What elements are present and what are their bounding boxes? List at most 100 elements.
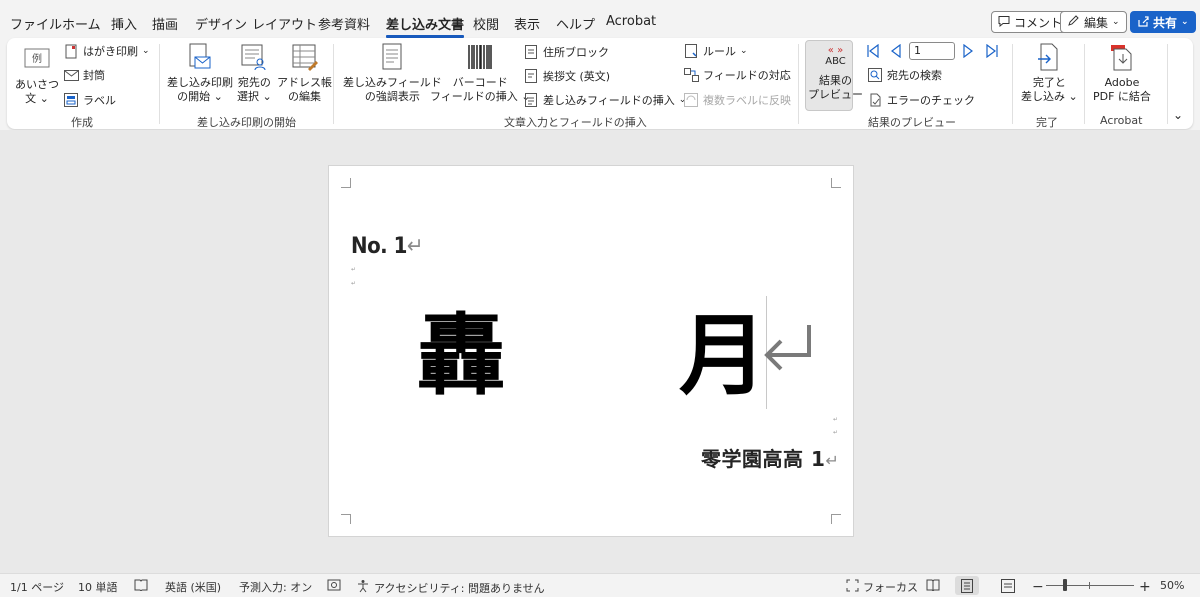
collapse-ribbon-icon[interactable]: ⌄ [1173, 108, 1183, 122]
finish-merge-icon [1035, 42, 1063, 72]
tab-file[interactable]: ファイル [10, 14, 62, 33]
document-canvas: No. 1↵ ↵ ↵ 轟 月 ↵ ↵ 零学園高高 1↵ [0, 130, 1200, 573]
tab-review[interactable]: 校閲 [473, 14, 499, 33]
record-number-text: No. 1↵ [351, 234, 423, 259]
chevron-down-icon: ⌄ [1112, 17, 1120, 27]
predictive-text-status[interactable]: 予測入力: オン [239, 579, 312, 595]
chevron-down-icon: ⌄ [1181, 17, 1189, 27]
labels-icon [63, 92, 79, 108]
focus-icon [846, 579, 859, 595]
start-merge-icon [186, 42, 214, 72]
start-mail-merge-button[interactable]: 差し込み印刷 の開始 ⌄ [167, 42, 233, 104]
select-recipients-label-1: 宛先の [237, 76, 271, 89]
tab-acrobat[interactable]: Acrobat [606, 14, 656, 29]
ribbon: 例 あいさつ 文 ⌄ はがき印刷 ⌄ 封筒 ラベル 作成 差し込み印刷 の開始 … [7, 38, 1193, 129]
divider [1012, 44, 1013, 124]
tab-design[interactable]: デザイン [195, 14, 247, 33]
comment-icon [998, 15, 1010, 30]
focus-mode-button[interactable]: フォーカス [846, 579, 918, 595]
finish-merge-button[interactable]: 完了と 差し込み ⌄ [1021, 42, 1078, 104]
insert-merge-field-button[interactable]: 差し込みフィールドの挿入 ⌄ [523, 90, 686, 110]
preview-label-1: 結果の [819, 74, 852, 87]
labels-button[interactable]: ラベル [63, 90, 116, 110]
insert-barcode-button[interactable]: バーコード フィールドの挿入 ⌄ [430, 42, 531, 104]
tab-mailings[interactable]: 差し込み文書 [386, 14, 465, 38]
menu-bar: ファイル ホーム 挿入 描画 デザイン レイアウト 参考資料 差し込み文書 校閲… [0, 0, 1200, 40]
barcode-label-1: バーコード [452, 76, 508, 89]
edit-recipient-list-button[interactable]: アドレス帳 の編集 [277, 42, 332, 104]
paragraph-mark: ↵ [351, 266, 357, 273]
preview-results-content: « » ABC 結果の プレビュー [808, 44, 863, 102]
envelope-icon [63, 67, 79, 83]
divider [798, 44, 799, 124]
highlight-fields-label-1: 差し込みフィールド [343, 76, 442, 89]
greeting-line-button[interactable]: 挨拶文 (英文) [523, 66, 610, 86]
language-status[interactable]: 英語 (米国) [165, 579, 221, 595]
return-mark: ↵ [825, 451, 840, 470]
comment-label: コメント [1014, 15, 1063, 30]
word-count[interactable]: 10 単語 [78, 579, 118, 595]
document-page[interactable]: No. 1↵ ↵ ↵ 轟 月 ↵ ↵ 零学園高高 1↵ [328, 165, 854, 537]
preview-abc-icon: « » ABC [825, 45, 846, 68]
proofing-icon[interactable] [134, 579, 148, 591]
zoom-out-button[interactable]: − [1032, 579, 1044, 595]
accessibility-status[interactable]: アクセシビリティ: 問題ありません [356, 579, 545, 596]
record-number-input[interactable]: 1 [909, 42, 955, 60]
edit-mode-button[interactable]: 編集 ⌄ [1060, 11, 1127, 33]
crop-mark [831, 178, 841, 188]
zoom-slider-track[interactable] [1046, 585, 1134, 586]
tab-layout[interactable]: レイアウト [252, 14, 317, 33]
divider [1167, 44, 1168, 124]
update-labels-button[interactable]: 複数ラベルに反映 [683, 90, 791, 110]
tab-draw[interactable]: 描画 [152, 14, 178, 33]
combine-pdf-button[interactable]: Adobe PDF に結合 [1093, 42, 1151, 104]
print-layout-icon[interactable] [961, 579, 973, 593]
highlight-merge-fields-button[interactable]: 差し込みフィールド の強調表示 [343, 42, 442, 104]
first-record-icon[interactable] [865, 43, 881, 59]
read-mode-icon[interactable] [926, 579, 940, 591]
last-record-icon[interactable] [984, 43, 1000, 59]
highlight-fields-icon [378, 42, 406, 72]
divider [159, 44, 160, 124]
return-mark: ↵ [406, 234, 424, 259]
comment-button[interactable]: コメント [991, 11, 1070, 33]
tab-view[interactable]: 表示 [514, 14, 540, 33]
share-button[interactable]: 共有 ⌄ [1130, 11, 1196, 33]
envelope-button[interactable]: 封筒 [63, 65, 105, 85]
select-recipients-button[interactable]: 宛先の 選択 ⌄ [237, 42, 272, 104]
paragraph-mark: ↵ [833, 429, 839, 436]
match-fields-button[interactable]: フィールドの対応 [683, 65, 791, 85]
rules-button[interactable]: ルール ⌄ [683, 41, 748, 61]
page-count[interactable]: 1/1 ページ [10, 579, 64, 595]
tab-references[interactable]: 参考資料 [318, 14, 370, 33]
check-errors-icon [867, 92, 883, 108]
web-layout-icon[interactable] [1001, 579, 1015, 593]
tab-help[interactable]: ヘルプ [556, 14, 595, 33]
tab-insert[interactable]: 挿入 [111, 14, 137, 33]
zoom-level[interactable]: 50% [1160, 579, 1184, 592]
next-record-icon[interactable] [960, 43, 976, 59]
combine-label-2: PDF に結合 [1093, 90, 1151, 103]
address-block-button[interactable]: 住所ブロック [523, 42, 609, 62]
find-recipient-button[interactable]: 宛先の検索 [867, 65, 942, 85]
zoom-in-button[interactable]: + [1139, 579, 1151, 595]
greeting-button[interactable]: 例 あいさつ 文 ⌄ [15, 44, 59, 106]
previous-record-icon[interactable] [888, 43, 904, 59]
insert-field-label: 差し込みフィールドの挿入 [543, 94, 675, 107]
accessibility-label: アクセシビリティ: 問題ありません [374, 581, 545, 595]
finish-label-1: 完了と [1032, 76, 1066, 89]
greeting-line-label: 挨拶文 (英文) [543, 70, 611, 83]
svg-text:例: 例 [32, 52, 42, 65]
check-errors-label: エラーのチェック [887, 94, 975, 107]
text-predictions-icon[interactable] [327, 579, 341, 591]
finish-group-label: 完了 [1036, 116, 1058, 129]
tab-home[interactable]: ホーム [62, 14, 101, 33]
barcode-icon [466, 42, 494, 72]
rules-label: ルール [703, 45, 736, 58]
write-group-label: 文章入力とフィールドの挿入 [504, 116, 647, 129]
zoom-slider-thumb[interactable] [1063, 579, 1067, 591]
preview-label-2: プレビュー [808, 88, 863, 101]
postcard-button[interactable]: はがき印刷 ⌄ [63, 41, 150, 61]
match-fields-label: フィールドの対応 [703, 69, 791, 82]
check-errors-button[interactable]: エラーのチェック [867, 90, 975, 110]
